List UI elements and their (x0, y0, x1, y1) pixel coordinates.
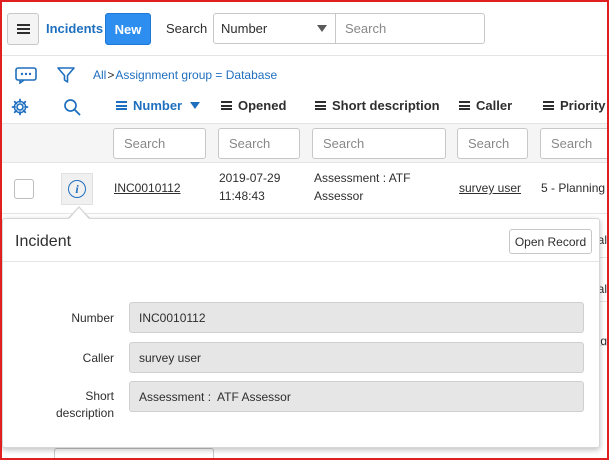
cell-opened-date: 2019-07-29 (219, 171, 281, 185)
search-label: Search (166, 21, 208, 36)
search-field-value: Number (221, 21, 268, 36)
field-label-caller: Caller (82, 351, 114, 365)
cell-caller[interactable]: survey user (459, 179, 521, 197)
field-short-description[interactable]: Assessment : ATF Assessor (129, 381, 584, 412)
list-search-input[interactable]: Search (336, 13, 485, 44)
column-short-description[interactable]: Short description (315, 98, 440, 113)
column-menu-icon[interactable] (315, 101, 326, 110)
popover-arrow-fill (69, 208, 89, 219)
field-number[interactable]: INC0010112 (129, 302, 584, 333)
app-frame: Incidents New Search Number Search All>A… (0, 0, 609, 460)
record-preview-popover: Incident Open Record Number INC0010112 C… (2, 218, 600, 448)
breadcrumb-filter[interactable]: Assignment group = Database (115, 68, 277, 82)
column-short-description-label[interactable]: Short description (332, 98, 440, 113)
list-title[interactable]: Incidents (46, 21, 103, 36)
hamburger-icon (16, 24, 30, 34)
number-search-input[interactable]: Search (113, 128, 206, 159)
column-menu-icon[interactable] (116, 101, 127, 110)
sort-descending-icon[interactable] (190, 102, 201, 109)
column-number-label[interactable]: Number (133, 98, 182, 113)
preview-record-button[interactable]: i (61, 173, 93, 205)
next-row-input (54, 448, 214, 458)
search-icon[interactable] (63, 98, 81, 116)
column-header-row: Number Opened Short description Caller P… (2, 92, 607, 122)
row-checkbox[interactable] (14, 179, 34, 199)
column-menu-icon[interactable] (543, 101, 554, 110)
cell-opened-time: 11:48:43 (219, 189, 265, 203)
field-label-line1: Short (85, 389, 114, 403)
context-menu-button[interactable] (7, 13, 39, 45)
breadcrumb: All>Assignment group = Database (93, 68, 277, 82)
field-label-short-description: Short description (3, 388, 114, 422)
cell-opened: 2019-07-29 11:48:43 (219, 169, 280, 205)
column-opened[interactable]: Opened (221, 98, 286, 113)
breadcrumb-row: All>Assignment group = Database (2, 60, 607, 90)
filter-icon[interactable] (56, 65, 76, 85)
column-priority-label[interactable]: Priority (560, 98, 606, 113)
column-caller-label[interactable]: Caller (476, 98, 512, 113)
field-caller[interactable]: survey user (129, 342, 584, 373)
cell-priority: 5 - Planning (541, 181, 606, 195)
new-button[interactable]: New (105, 13, 151, 45)
column-caller[interactable]: Caller (459, 98, 512, 113)
column-menu-icon[interactable] (221, 101, 232, 110)
breadcrumb-separator: > (107, 68, 115, 82)
column-number[interactable]: Number (116, 98, 201, 113)
comment-icon[interactable] (15, 67, 37, 84)
column-opened-label[interactable]: Opened (238, 98, 286, 113)
info-icon: i (68, 180, 86, 198)
caller-search-input[interactable]: Search (457, 128, 528, 159)
cell-short-description-line2: Assessor (314, 189, 364, 203)
field-label-line2: description (55, 406, 114, 420)
breadcrumb-all[interactable]: All (93, 68, 106, 82)
priority-search-input[interactable]: Search (540, 128, 607, 159)
column-search-row: Search Search Search Search Search (2, 123, 607, 163)
open-record-button[interactable]: Open Record (509, 229, 592, 254)
dropdown-caret-icon (317, 25, 327, 32)
field-label-number: Number (71, 311, 114, 325)
popover-header: Incident Open Record (3, 219, 599, 262)
table-row: i INC0010112 2019-07-29 11:48:43 Assessm… (2, 163, 607, 213)
cell-number[interactable]: INC0010112 (114, 179, 181, 197)
cell-short-description: Assessment : ATF Assessor (314, 169, 410, 205)
list-header: Incidents New Search Number Search (2, 2, 607, 56)
column-priority[interactable]: Priority (543, 98, 606, 113)
opened-search-input[interactable]: Search (218, 128, 300, 159)
search-field-select[interactable]: Number (213, 13, 336, 44)
cell-short-description-line1: Assessment : ATF (314, 171, 411, 185)
popover-title: Incident (15, 233, 72, 250)
short-description-search-input[interactable]: Search (312, 128, 446, 159)
gear-icon[interactable] (11, 98, 29, 116)
column-menu-icon[interactable] (459, 101, 470, 110)
